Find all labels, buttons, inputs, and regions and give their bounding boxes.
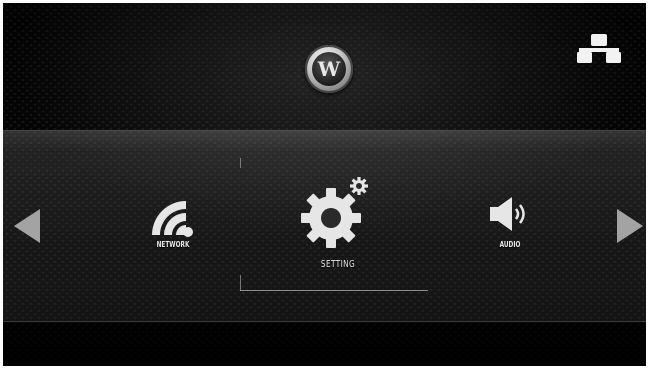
menu-item-setting-label: SETTING <box>320 259 356 270</box>
menu-item-audio[interactable]: AUDIO <box>480 193 540 257</box>
gear-icon <box>301 177 368 248</box>
arrow-left-icon[interactable] <box>12 208 42 244</box>
wifi-icon <box>152 201 193 237</box>
tv-menu-screen: W NETWORK SETTING AUDIO <box>3 3 646 366</box>
speaker-icon <box>490 197 525 231</box>
arrow-right-icon[interactable] <box>615 208 645 244</box>
westinghouse-logo-icon: W <box>312 52 346 86</box>
selection-frame-top <box>240 158 241 168</box>
logo-letter: W <box>317 57 341 81</box>
selection-frame-left <box>240 275 241 291</box>
brand-logo: W <box>305 45 353 93</box>
selection-frame-bottom <box>240 290 428 291</box>
menu-item-network-label: NETWORK <box>156 240 190 249</box>
network-connected-icon <box>577 34 621 63</box>
menu-item-network[interactable]: NETWORK <box>138 193 208 257</box>
menu-item-setting[interactable]: SETTING <box>288 171 388 275</box>
bottom-bar <box>3 321 646 366</box>
menu-item-audio-label: AUDIO <box>499 240 521 249</box>
